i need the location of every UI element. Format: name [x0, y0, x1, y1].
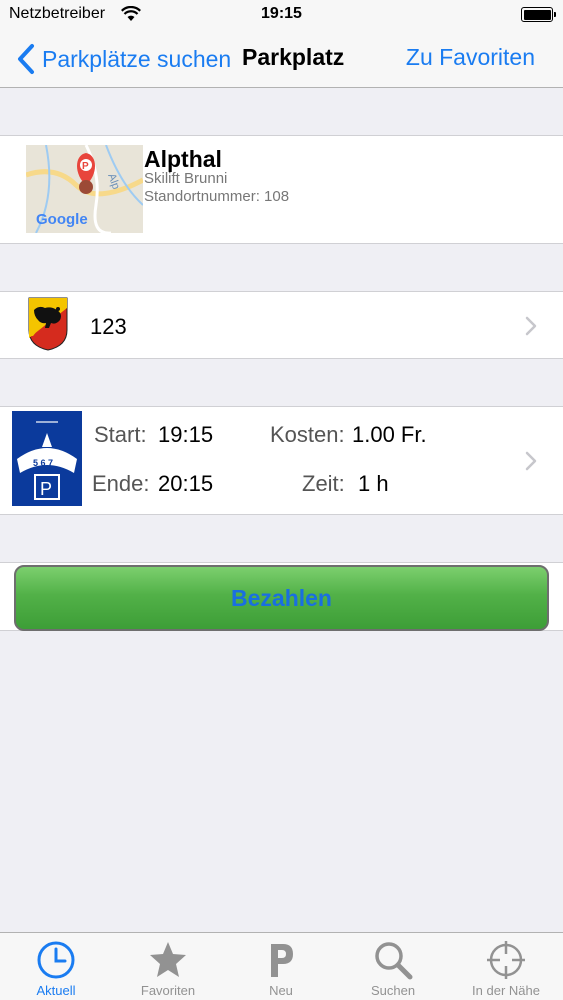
tab-favorites[interactable]: Favoriten — [112, 933, 224, 1000]
tab-bar: Aktuell Favoriten Neu Suchen In der Nähe — [0, 932, 563, 1000]
parking-disc-icon: 5 6 7 P — [12, 411, 82, 506]
add-favorite-button[interactable]: Zu Favoriten — [406, 44, 535, 71]
nav-bar: Parkplätze suchen Parkplatz Zu Favoriten — [0, 30, 563, 88]
chevron-right-icon — [525, 451, 537, 471]
chevron-right-icon — [525, 316, 537, 336]
bern-crest-icon — [28, 297, 68, 351]
location-name: Alpthal — [144, 146, 222, 172]
tab-label: In der Nähe — [472, 983, 540, 998]
status-time: 19:15 — [261, 5, 302, 22]
start-label: Start: — [94, 422, 147, 447]
end-value: 20:15 — [158, 471, 214, 496]
tab-label: Neu — [269, 983, 293, 998]
location-cell: Alp P Google Alpthal Skilift Brunni Stan… — [0, 135, 563, 244]
plate-cell[interactable]: 123 — [0, 291, 563, 359]
location-subtitle: Skilift Brunni — [144, 170, 228, 187]
plate-number: 123 — [90, 314, 127, 339]
tab-label: Suchen — [370, 983, 416, 998]
tab-label: Aktuell — [36, 983, 76, 998]
location-number: Standortnummer: 108 — [144, 188, 290, 205]
map-image: Alp P Google — [26, 145, 143, 233]
crosshair-icon — [487, 941, 525, 979]
cost-value: 1.00 Fr. — [352, 422, 427, 447]
disc-letter: P — [40, 479, 52, 499]
tab-new[interactable]: Neu — [225, 933, 337, 1000]
search-icon — [375, 942, 413, 980]
parking-time-cell[interactable]: 5 6 7 P Start: 19:15 Kosten: 1.00 Fr. En… — [0, 406, 563, 515]
svg-text:P: P — [82, 161, 89, 172]
status-bar: Netzbetreiber 19:15 — [0, 0, 563, 30]
map-thumbnail[interactable]: Alp P Google — [26, 145, 143, 233]
clock-icon — [37, 941, 75, 979]
tab-label: Favoriten — [140, 983, 196, 998]
pay-cell: Bezahlen — [0, 562, 563, 631]
start-value: 19:15 — [158, 422, 214, 447]
end-label: Ende: — [92, 471, 150, 496]
duration-value: 1 h — [358, 471, 389, 496]
back-button[interactable]: Parkplätze suchen — [14, 42, 231, 76]
tab-nearby[interactable]: In der Nähe — [450, 933, 562, 1000]
back-button-label: Parkplätze suchen — [42, 45, 232, 72]
google-logo: Google — [36, 211, 88, 228]
chevron-left-icon — [18, 44, 34, 74]
tab-current[interactable]: Aktuell — [0, 933, 112, 1000]
star-icon — [150, 942, 186, 977]
pay-button[interactable]: Bezahlen — [14, 565, 549, 631]
battery-icon — [521, 7, 556, 22]
duration-label: Zeit: — [302, 471, 345, 496]
tab-search[interactable]: Suchen — [337, 933, 449, 1000]
cost-label: Kosten: — [270, 422, 345, 447]
disc-digits: 5 6 7 — [33, 458, 53, 468]
page-title: Parkplatz — [242, 44, 345, 70]
parking-p-icon — [271, 944, 293, 977]
